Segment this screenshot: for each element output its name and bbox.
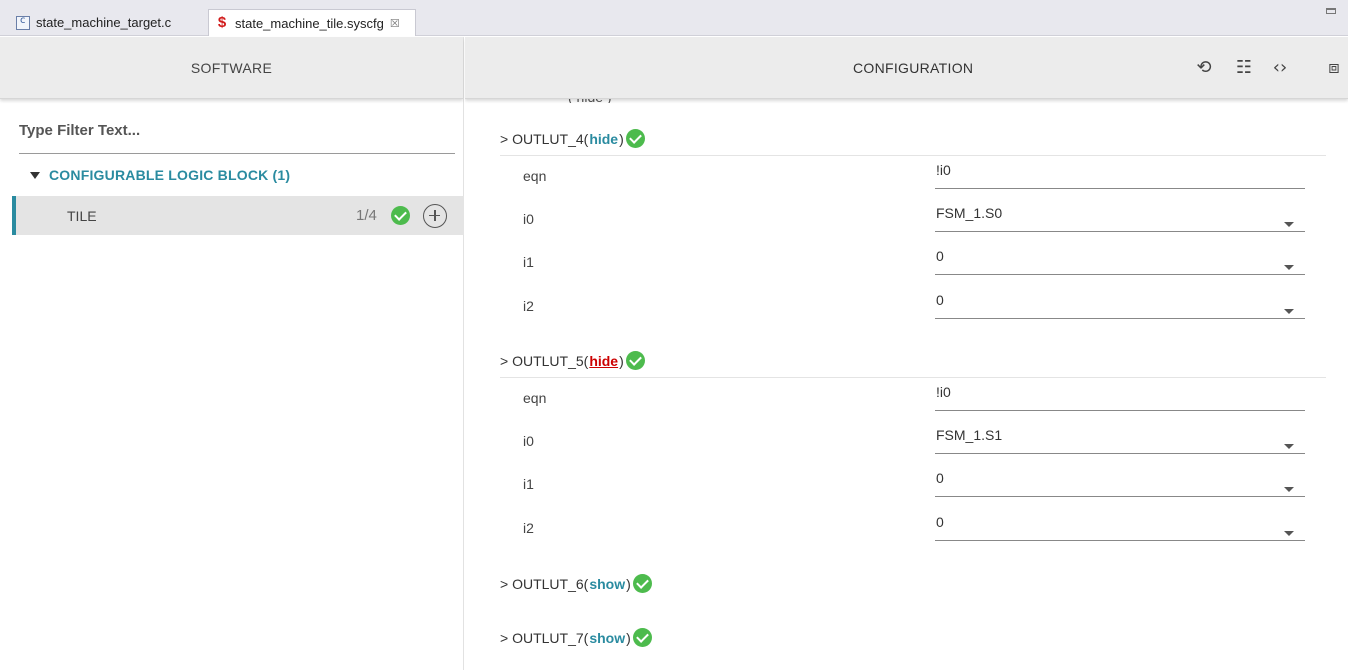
paren-open: ( <box>583 629 589 646</box>
tile-label: TILE <box>67 207 97 224</box>
property-value: FSM_1.S0 <box>936 205 1003 221</box>
property-value: FSM_1.S1 <box>936 427 1003 443</box>
check-circle-icon <box>625 351 645 370</box>
category-configurable-logic-block[interactable]: CONFIGURABLE LOGIC BLOCK (1) <box>30 167 290 183</box>
dropdown-arrow-icon[interactable] <box>1284 265 1294 270</box>
category-label: CONFIGURABLE LOGIC BLOCK (1) <box>49 167 291 183</box>
settings-sliders-icon[interactable]: ☷ <box>1233 57 1255 79</box>
dropdown-arrow-icon[interactable] <box>1284 531 1294 536</box>
property-value: 0 <box>936 470 944 486</box>
expand-triangle-icon[interactable] <box>30 171 40 179</box>
history-icon[interactable]: ⟲ <box>1193 57 1215 79</box>
dropdown-arrow-icon[interactable] <box>1284 222 1294 227</box>
section-toggle-link[interactable]: show <box>589 630 625 646</box>
tab-state-machine-tile-syscfg[interactable]: $ state_machine_tile.syscfg ☒ <box>208 9 416 36</box>
configuration-pane: CONFIGURATION ⟲ ☷ ‹› ⧈ ( hide ) > OUTLUT… <box>465 37 1348 670</box>
property-select-i1[interactable]: 0 <box>935 248 1305 275</box>
paren-close: ) <box>619 352 624 369</box>
dropdown-arrow-icon[interactable] <box>1284 487 1294 492</box>
property-label-eqn: eqn <box>523 390 547 406</box>
section-title: > OUTLUT_7 <box>500 629 584 646</box>
c-file-icon <box>16 15 30 30</box>
property-select-i0[interactable]: FSM_1.S1 <box>935 427 1305 454</box>
property-value: 0 <box>936 292 944 308</box>
property-label-i1: i1 <box>523 254 534 270</box>
code-icon[interactable]: ‹› <box>1269 57 1291 79</box>
section-divider <box>500 377 1326 378</box>
section-header-outlut-5[interactable]: > OUTLUT_5(hide) <box>500 351 645 370</box>
property-select-i0[interactable]: FSM_1.S0 <box>935 205 1305 232</box>
property-select-i2[interactable]: 0 <box>935 514 1305 541</box>
paren-open: ( <box>583 575 589 592</box>
configuration-title: CONFIGURATION <box>853 60 974 76</box>
property-label-i0: i0 <box>523 211 534 227</box>
property-label-i0: i0 <box>523 433 534 449</box>
dropdown-arrow-icon[interactable] <box>1284 309 1294 314</box>
paren-close: ) <box>619 130 624 147</box>
software-header[interactable]: SOFTWARE <box>0 37 463 99</box>
paren-close: ) <box>626 575 631 592</box>
section-toggle-link[interactable]: hide <box>589 353 618 369</box>
tile-instance-count: 1/4 <box>356 207 377 224</box>
software-pane: SOFTWARE Type Filter Text... CONFIGURABL… <box>0 37 464 670</box>
paren-open: ( <box>583 352 589 369</box>
property-value: 0 <box>936 248 944 264</box>
section-divider <box>500 155 1326 156</box>
section-toggle-link[interactable]: hide <box>589 131 618 147</box>
check-circle-icon <box>391 206 410 225</box>
tab-label: state_machine_target.c <box>36 15 172 30</box>
check-circle-icon <box>625 129 645 148</box>
property-label-i2: i2 <box>523 298 534 314</box>
section-title: > OUTLUT_4 <box>500 130 584 147</box>
property-select-i2[interactable]: 0 <box>935 292 1305 319</box>
tab-label: state_machine_tile.syscfg <box>235 15 384 31</box>
section-title: > OUTLUT_5 <box>500 352 584 369</box>
editor-tab-bar: state_machine_target.c $ state_machine_t… <box>0 0 1348 36</box>
tile-module-item[interactable]: TILE 1/4 <box>12 196 464 235</box>
property-label-eqn: eqn <box>523 168 547 184</box>
property-value: !i0 <box>936 384 951 400</box>
minimize-icon[interactable] <box>1326 8 1336 14</box>
check-circle-icon <box>632 574 652 593</box>
paren-close: ) <box>626 629 631 646</box>
section-header-outlut-7[interactable]: > OUTLUT_7(show) <box>500 628 652 647</box>
paren-open: ( <box>583 130 589 147</box>
tab-state-machine-target-c[interactable]: state_machine_target.c <box>10 9 206 36</box>
property-value: 0 <box>936 514 944 530</box>
configuration-header: CONFIGURATION ⟲ ☷ ‹› ⧈ <box>465 37 1348 99</box>
syscfg-icon: $ <box>217 14 227 31</box>
section-toggle-link[interactable]: show <box>589 576 625 592</box>
section-header-outlut-4[interactable]: > OUTLUT_4(hide) <box>500 129 645 148</box>
section-title: > OUTLUT_6 <box>500 575 584 592</box>
chip-icon[interactable]: ⧈ <box>1323 57 1345 79</box>
property-label-i2: i2 <box>523 520 534 536</box>
close-icon[interactable]: ☒ <box>390 17 400 30</box>
property-input-eqn[interactable]: !i0 <box>935 384 1305 411</box>
filter-input[interactable]: Type Filter Text... <box>19 120 455 154</box>
property-value: !i0 <box>936 162 951 178</box>
check-circle-icon <box>632 628 652 647</box>
dropdown-arrow-icon[interactable] <box>1284 444 1294 449</box>
property-input-eqn[interactable]: !i0 <box>935 162 1305 189</box>
property-select-i1[interactable]: 0 <box>935 470 1305 497</box>
property-label-i1: i1 <box>523 476 534 492</box>
section-header-outlut-6[interactable]: > OUTLUT_6(show) <box>500 574 652 593</box>
add-circle-icon[interactable] <box>423 203 447 228</box>
